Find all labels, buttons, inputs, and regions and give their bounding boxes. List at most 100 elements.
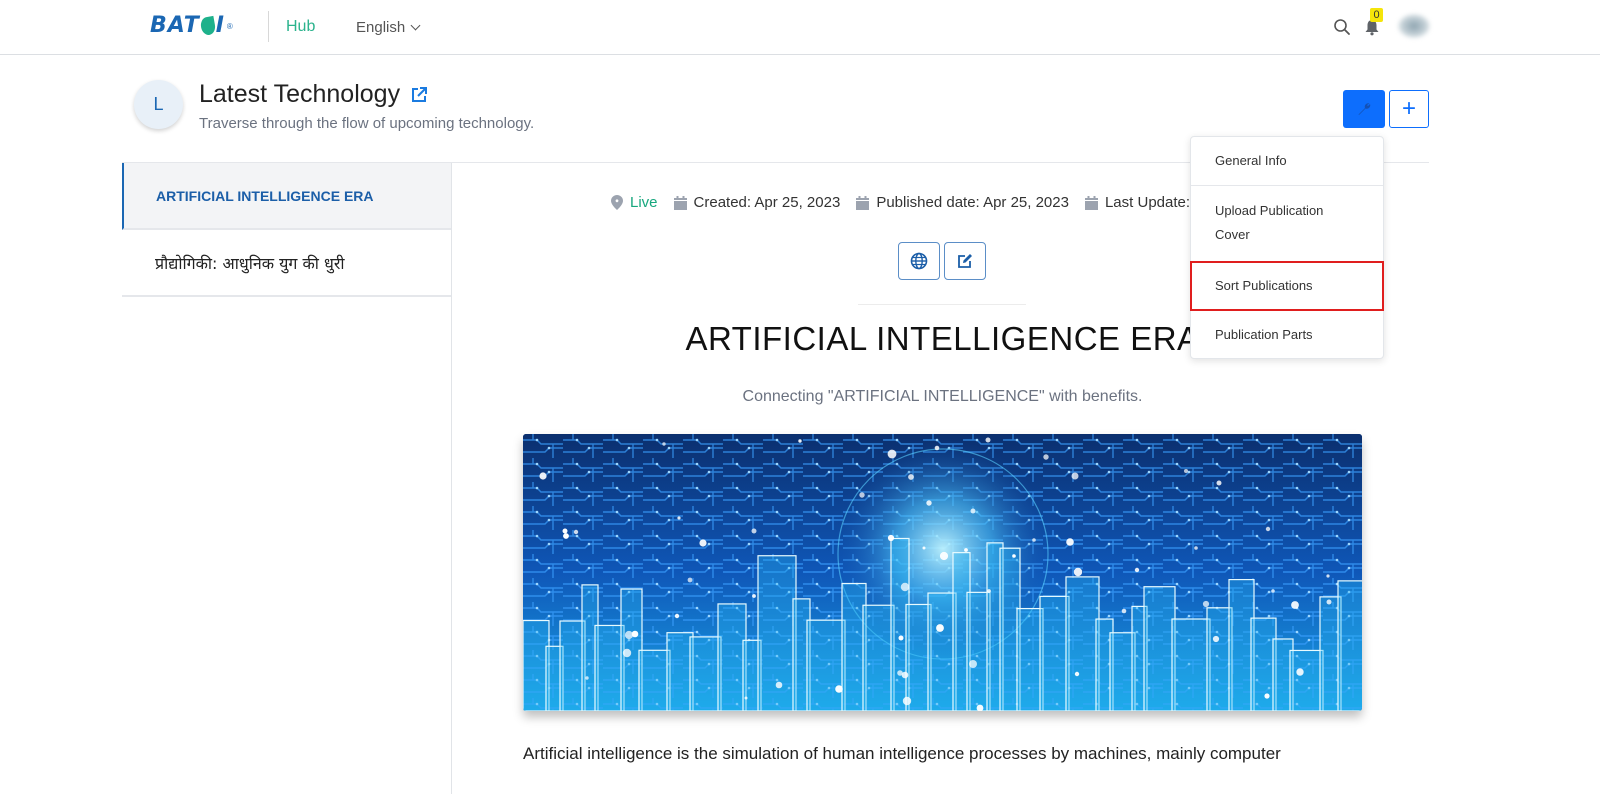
logo-wordmark-end: I (215, 13, 225, 38)
light-dot (900, 582, 910, 592)
language-select[interactable]: English (356, 19, 421, 36)
light-dot (1202, 600, 1210, 608)
light-dot (1073, 567, 1083, 577)
light-dot (1012, 554, 1016, 558)
menu-item-publication-parts[interactable]: Publication Parts (1191, 323, 1383, 347)
light-dot (677, 516, 681, 520)
light-dot (934, 445, 940, 451)
calendar-icon (856, 195, 870, 210)
menu-item-general-info[interactable]: General Info (1191, 149, 1383, 173)
skyline-building (1109, 632, 1136, 711)
tools-dropdown-menu: General Info Upload Publication Cover So… (1190, 136, 1384, 359)
light-dot (1121, 608, 1127, 614)
logo-leaf-icon (199, 15, 217, 37)
light-dot (887, 449, 897, 459)
menu-item-label-line-2: Cover (1215, 227, 1250, 242)
skyline-building (927, 592, 957, 711)
light-dot (585, 676, 589, 680)
light-dot (1066, 538, 1074, 546)
skyline-building (594, 624, 625, 711)
publication-title: Latest Technology (199, 80, 401, 108)
light-dot (969, 660, 977, 668)
user-avatar[interactable] (1398, 14, 1430, 38)
light-dot (939, 551, 949, 561)
light-dot (985, 437, 991, 443)
light-dot (887, 534, 895, 542)
light-dot (926, 500, 932, 506)
skyline-building (1016, 607, 1044, 711)
light-dot (922, 546, 926, 550)
skyline-building (1337, 580, 1362, 711)
sidebar-item-label: प्रौद्योगिकी: आधुनिक युग की धुरी (155, 253, 345, 273)
menu-item-label-line-1: Upload Publication (1215, 203, 1324, 218)
light-dot (1212, 635, 1220, 643)
chevron-down-icon (410, 20, 421, 31)
light-dot (562, 528, 568, 534)
edit-button[interactable] (944, 242, 986, 280)
light-dot (573, 529, 579, 535)
calendar-icon (673, 195, 687, 210)
light-dot (631, 630, 639, 638)
search-icon[interactable] (1333, 18, 1351, 36)
skyline-building (905, 603, 932, 711)
light-dot (970, 508, 976, 514)
notification-badge: 0 (1370, 8, 1383, 22)
batoi-logo[interactable]: BAT I ® (150, 14, 233, 38)
article-body-text: Artificial intelligence is the simulatio… (523, 744, 1281, 763)
wrench-icon (1358, 103, 1371, 115)
publication-avatar: L (134, 80, 183, 129)
light-dot (859, 492, 865, 498)
light-dot (1291, 601, 1299, 609)
light-dot (1134, 567, 1140, 573)
skyline-building (1039, 595, 1070, 711)
published-date: Published date: Apr 25, 2023 (876, 194, 1069, 211)
article-meta: Live Created: Apr 25, 2023 Published dat… (611, 194, 1219, 211)
light-dot (751, 528, 757, 534)
light-dot (1032, 538, 1036, 542)
external-link-icon[interactable] (410, 86, 428, 104)
light-dot (674, 613, 680, 619)
skyline-building (1250, 617, 1277, 711)
skyline-building (1228, 578, 1255, 711)
light-dot (687, 577, 693, 583)
sidebar-item-ai-era[interactable]: ARTIFICIAL INTELLIGENCE ERA (122, 163, 451, 230)
content-divider (858, 304, 1026, 305)
sidebar-item-hindi-technology[interactable]: प्रौद्योगिकी: आधुनिक युग की धुरी (122, 230, 451, 297)
skyline-building (523, 619, 550, 711)
skyline-building (1206, 607, 1233, 711)
light-dot (902, 696, 912, 706)
menu-item-sort-publications[interactable]: Sort Publications (1190, 261, 1384, 311)
status-live: Live (630, 194, 658, 211)
menu-item-upload-publication-cover[interactable]: Upload Publication Cover (1191, 199, 1383, 251)
skyline-building (1171, 618, 1211, 711)
last-update-date: Last Update: A (1104, 194, 1204, 211)
publication-subtitle: Traverse through the flow of upcoming te… (199, 115, 535, 132)
skyline-building (1289, 649, 1324, 711)
light-dot (987, 589, 991, 593)
top-navbar: BAT I ® Hub English 0 (0, 0, 1600, 55)
skyline-building (1065, 576, 1100, 711)
globe-icon (910, 252, 928, 270)
light-dot (752, 594, 756, 598)
plus-icon: + (1401, 95, 1416, 122)
light-dot (1296, 668, 1304, 676)
light-dot (1071, 472, 1079, 480)
hub-link[interactable]: Hub (286, 18, 315, 36)
light-dot (897, 670, 903, 676)
settings-tool-button[interactable] (1343, 90, 1385, 128)
publication-sidebar: ARTIFICIAL INTELLIGENCE ERA प्रौद्योगिकी… (122, 163, 452, 794)
skyline-building (666, 632, 694, 711)
language-label: English (356, 19, 406, 36)
light-dot (835, 685, 843, 693)
light-dot (699, 539, 707, 547)
sidebar-item-label: ARTIFICIAL INTELLIGENCE ERA (156, 187, 374, 204)
skyline-building (806, 619, 846, 711)
light-dot (898, 635, 904, 641)
skyline-building (717, 603, 747, 711)
light-dot (1271, 589, 1275, 593)
article-subtitle: Connecting "ARTIFICIAL INTELLIGENCE" wit… (742, 388, 1143, 405)
light-dot (1326, 599, 1332, 605)
registered-mark: ® (226, 21, 233, 31)
add-button[interactable]: + (1389, 90, 1429, 128)
globe-button[interactable] (898, 242, 940, 280)
